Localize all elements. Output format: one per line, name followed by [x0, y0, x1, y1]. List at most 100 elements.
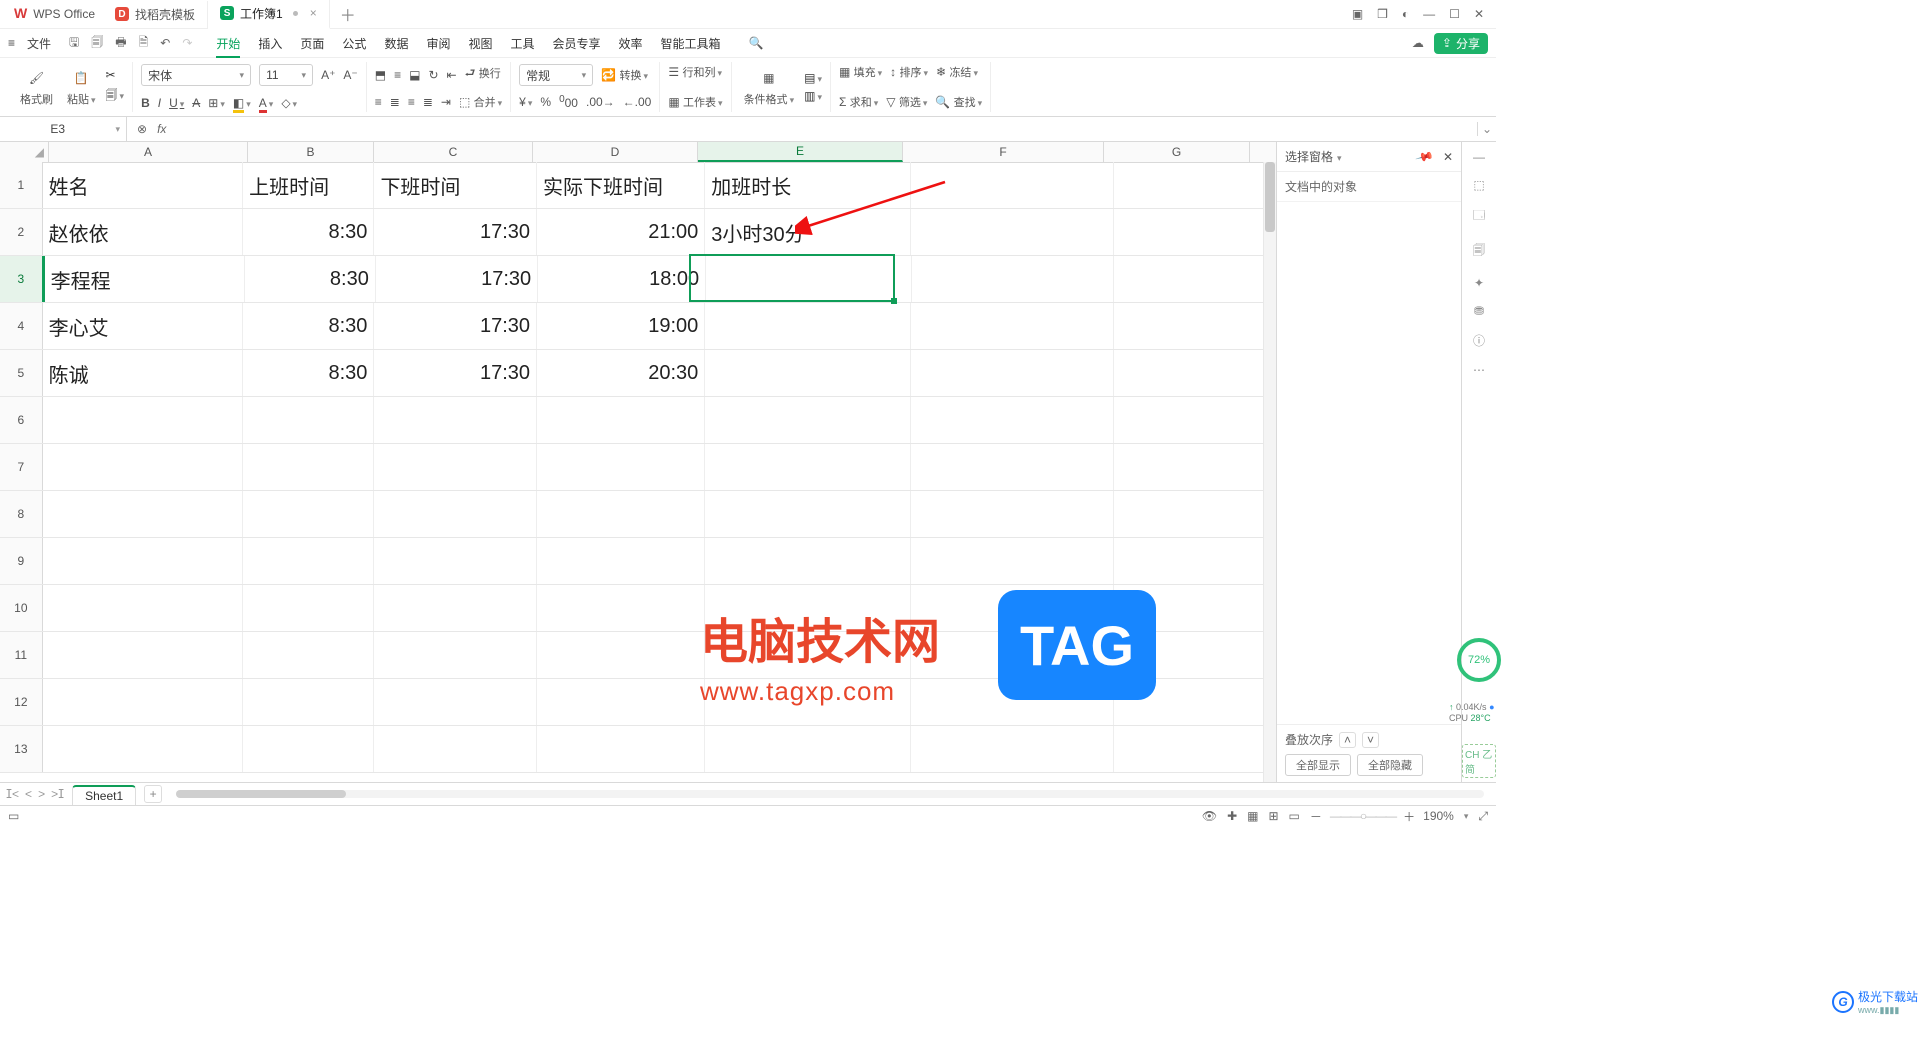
row-header[interactable]: 4: [0, 303, 43, 349]
cloud-sync-icon[interactable]: ☁: [1412, 36, 1424, 50]
hide-all-button[interactable]: 全部隐藏: [1357, 754, 1423, 776]
cell[interactable]: [43, 726, 243, 772]
row-header[interactable]: 13: [0, 726, 43, 772]
inc-decimal-icon[interactable]: .00→: [586, 95, 615, 109]
cell[interactable]: [374, 632, 537, 678]
cond-format-button[interactable]: ▦ 条件格式▾: [740, 67, 799, 107]
cell[interactable]: [1114, 162, 1264, 208]
increase-font-icon[interactable]: A⁺: [321, 68, 335, 82]
scroll-thumb[interactable]: [1265, 162, 1275, 232]
first-sheet-icon[interactable]: ⵊ<: [6, 787, 19, 801]
row-header[interactable]: 1: [0, 162, 43, 208]
cell[interactable]: 姓名: [43, 162, 243, 208]
cell[interactable]: [911, 444, 1113, 490]
prev-sheet-icon[interactable]: <: [25, 787, 32, 801]
search-icon[interactable]: 🔍: [749, 36, 764, 50]
cell[interactable]: 17:30: [374, 303, 537, 349]
share-button[interactable]: ⇪ 分享: [1434, 33, 1488, 54]
view-page-icon[interactable]: ▦: [1247, 809, 1258, 823]
cell[interactable]: [705, 679, 911, 725]
tab-workbook[interactable]: S 工作簿1 ×: [208, 0, 330, 29]
tab-tools[interactable]: 工具: [510, 35, 534, 52]
row-header[interactable]: 9: [0, 538, 43, 584]
minimize-icon[interactable]: —: [1423, 7, 1435, 21]
row-header[interactable]: 8: [0, 491, 43, 537]
grid[interactable]: ◢ A B C D E F G 1 姓名 上班时间 下班时间 实际下班时间 加班…: [0, 142, 1276, 782]
properties-icon[interactable]: 🗔: [1472, 206, 1485, 227]
cell[interactable]: 上班时间: [243, 162, 374, 208]
zoom-out-icon[interactable]: －: [1310, 808, 1322, 825]
border-icon[interactable]: ⊞▾: [208, 96, 225, 110]
col-header-C[interactable]: C: [374, 142, 533, 162]
cell[interactable]: [43, 679, 243, 725]
cell[interactable]: [1114, 350, 1264, 396]
backup-icon[interactable]: ⛃: [1474, 304, 1484, 318]
dec-decimal-icon[interactable]: ←.00: [623, 95, 652, 109]
cell[interactable]: [911, 679, 1113, 725]
save-as-icon[interactable]: 🗐: [91, 33, 103, 54]
cell[interactable]: [43, 491, 243, 537]
number-format-select[interactable]: 常规▾: [519, 64, 593, 86]
tab-efficiency[interactable]: 效率: [619, 35, 643, 52]
col-header-F[interactable]: F: [903, 142, 1104, 162]
cell[interactable]: [1114, 585, 1264, 631]
convert-button[interactable]: 🔁 转换▾: [601, 67, 648, 83]
fill-color-icon[interactable]: ◧▾: [233, 96, 251, 110]
cell[interactable]: [1114, 538, 1264, 584]
justify-icon[interactable]: ≣: [423, 95, 433, 109]
merge-button[interactable]: ⬚ 合并▾: [459, 94, 502, 110]
collapse-rail-icon[interactable]: —: [1473, 150, 1485, 164]
cell[interactable]: [1114, 303, 1264, 349]
cell[interactable]: [537, 679, 705, 725]
cell[interactable]: [1114, 444, 1264, 490]
clear-format-icon[interactable]: ◇▾: [281, 96, 297, 110]
align-left-icon[interactable]: ≡: [375, 95, 382, 109]
decrease-font-icon[interactable]: A⁻: [343, 68, 357, 82]
view-normal-icon[interactable]: 👁: [1202, 809, 1217, 823]
table-style-icon[interactable]: ▤▾: [804, 71, 822, 85]
cell[interactable]: [43, 397, 243, 443]
cell[interactable]: [705, 491, 911, 537]
cell[interactable]: [243, 632, 374, 678]
sheet-tab[interactable]: Sheet1: [72, 785, 136, 805]
cell[interactable]: 20:30: [537, 350, 705, 396]
cell[interactable]: [1114, 679, 1264, 725]
cell[interactable]: 李程程: [45, 256, 245, 302]
cell[interactable]: [911, 162, 1113, 208]
cell[interactable]: [243, 679, 374, 725]
cell[interactable]: 加班时长: [705, 162, 911, 208]
tab-data[interactable]: 数据: [384, 35, 408, 52]
redo-icon[interactable]: ↷: [182, 36, 192, 50]
bold-icon[interactable]: B: [141, 96, 150, 110]
cell-active[interactable]: [706, 256, 912, 302]
cell[interactable]: [374, 538, 537, 584]
cube-icon[interactable]: ❒: [1377, 7, 1388, 21]
font-color-icon[interactable]: A▾: [259, 96, 274, 110]
cell[interactable]: [374, 491, 537, 537]
tab-home[interactable]: 开始: [216, 35, 240, 58]
cell[interactable]: [1114, 397, 1264, 443]
tab-review[interactable]: 审阅: [426, 35, 450, 52]
view-reading-icon[interactable]: ▭: [1289, 809, 1300, 823]
cell[interactable]: [1114, 256, 1264, 302]
move-down-icon[interactable]: ˅: [1362, 732, 1379, 748]
cell[interactable]: [1114, 726, 1264, 772]
col-header-G[interactable]: G: [1104, 142, 1250, 162]
cell[interactable]: [537, 444, 705, 490]
view-grid-icon[interactable]: ✚: [1227, 809, 1237, 823]
cell[interactable]: 8:30: [243, 350, 374, 396]
copy-icon[interactable]: 🗐▾: [106, 86, 125, 107]
fill-button[interactable]: ▦ 填充▾: [839, 64, 882, 80]
row-header[interactable]: 6: [0, 397, 43, 443]
col-header-E[interactable]: E: [698, 142, 903, 162]
move-up-icon[interactable]: ˄: [1339, 732, 1356, 748]
cell[interactable]: [43, 538, 243, 584]
strike-icon[interactable]: A: [192, 96, 200, 110]
cell[interactable]: [374, 679, 537, 725]
fullscreen-icon[interactable]: ⤢: [1478, 809, 1488, 824]
cell[interactable]: [243, 444, 374, 490]
formula-input[interactable]: [176, 117, 1477, 141]
performance-gauge[interactable]: 72%: [1457, 638, 1501, 682]
row-header[interactable]: 10: [0, 585, 43, 631]
tab-view[interactable]: 视图: [468, 35, 492, 52]
